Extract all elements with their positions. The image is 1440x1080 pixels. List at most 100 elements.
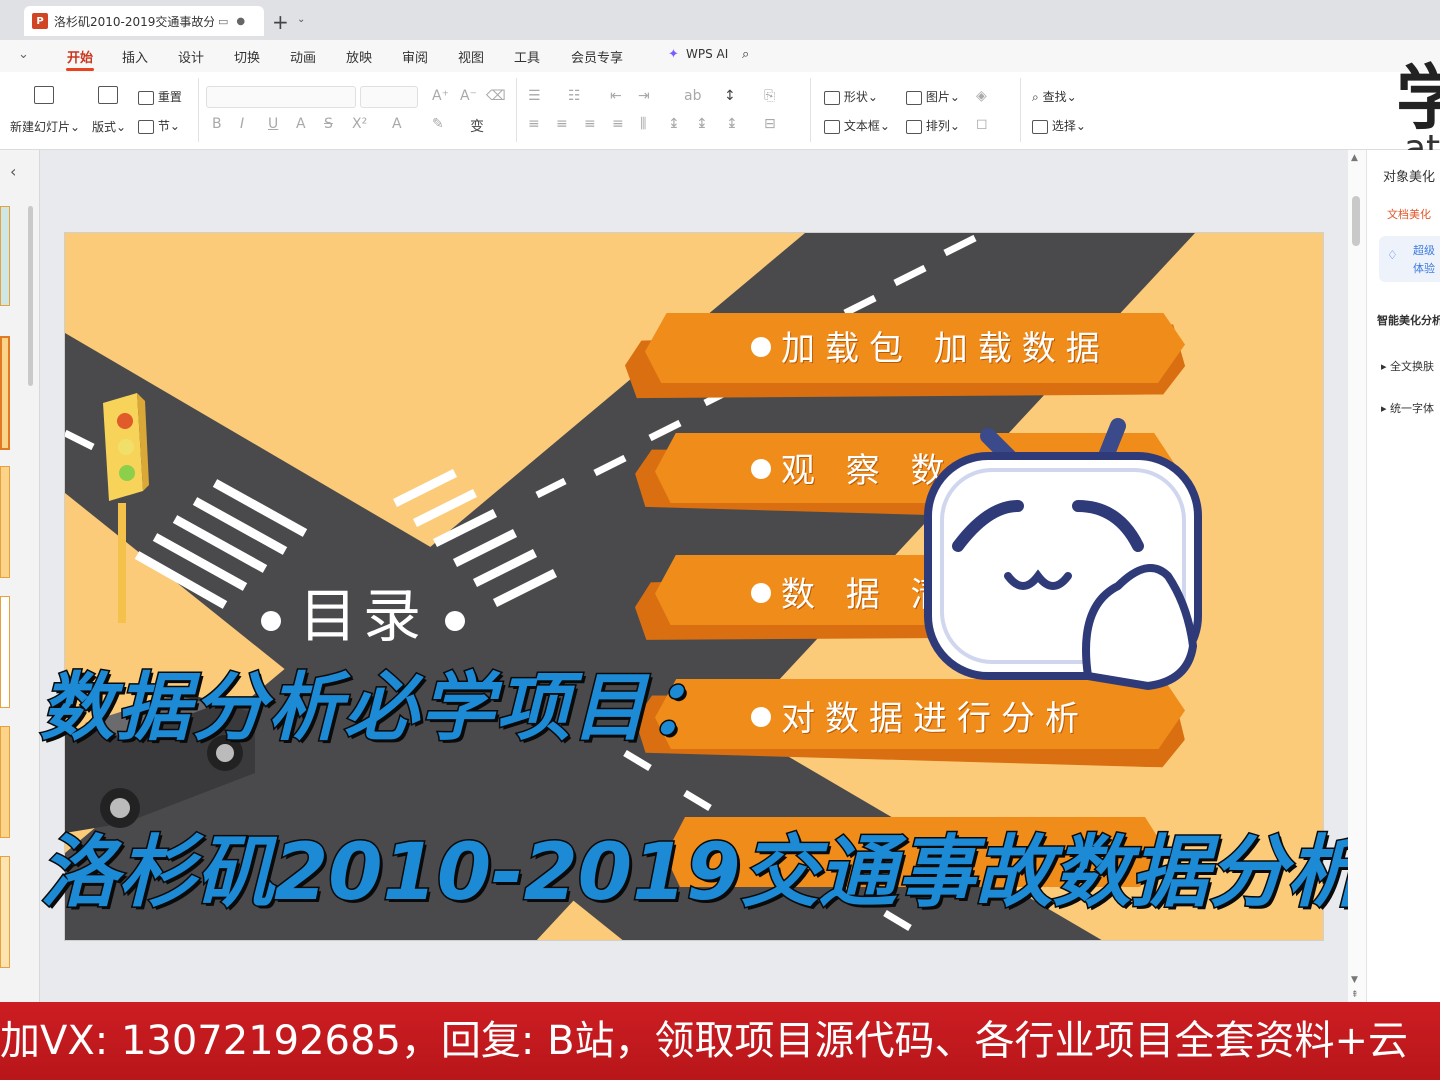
- section-icon: [138, 119, 154, 134]
- fill-icon[interactable]: ◈: [976, 88, 987, 104]
- reset-button[interactable]: 重置: [138, 88, 182, 105]
- scroll-up-icon[interactable]: ▲: [1351, 153, 1358, 163]
- bullet-icon: [751, 459, 771, 479]
- menu-tab-animation[interactable]: 动画: [290, 47, 316, 66]
- align-left-icon[interactable]: ≡: [528, 116, 540, 132]
- italic-icon[interactable]: I: [240, 116, 244, 132]
- shape-icon: [824, 90, 840, 105]
- line-spacing-icon[interactable]: ↨: [668, 116, 680, 132]
- new-slide-button[interactable]: 新建幻灯片⌄: [10, 118, 80, 135]
- agenda-item-1[interactable]: 加载包 加载数据: [751, 321, 1110, 370]
- reset-label: 重置: [157, 90, 182, 104]
- select-button[interactable]: 选择⌄: [1032, 117, 1086, 134]
- sort-icon[interactable]: ↕: [724, 88, 736, 104]
- search-icon[interactable]: ⌕: [742, 47, 749, 62]
- canvas-scrollbar[interactable]: [1352, 196, 1360, 246]
- option-unify-font[interactable]: ▸ 统一字体: [1381, 400, 1434, 416]
- superscript-icon[interactable]: X²: [352, 116, 367, 132]
- align-center-icon[interactable]: ≡: [556, 116, 568, 132]
- indent-decrease-icon[interactable]: ⇤: [610, 88, 622, 104]
- section-button[interactable]: 节⌄: [138, 117, 180, 134]
- chevron-down-icon[interactable]: ⌄: [297, 14, 305, 25]
- menu-tab-slideshow[interactable]: 放映: [346, 47, 372, 66]
- slide-thumbnail-selected[interactable]: [0, 336, 10, 450]
- layout-button[interactable]: 版式⌄: [92, 118, 126, 135]
- option-reskin[interactable]: ▸ 全文换肤: [1381, 358, 1434, 374]
- bulb-icon: ♢: [1387, 248, 1398, 262]
- slide-thumbnail[interactable]: [0, 856, 10, 968]
- arrange-button[interactable]: 排列⌄: [906, 117, 960, 134]
- menu-tab-review[interactable]: 审阅: [402, 47, 428, 66]
- menu-tab-transition[interactable]: 切换: [234, 47, 260, 66]
- menu-collapse-chevron-icon[interactable]: ⌄: [18, 47, 29, 62]
- find-button[interactable]: ⌕ 查找⌄: [1032, 88, 1077, 105]
- slide-thumbnail[interactable]: [0, 466, 10, 578]
- scroll-down-icon[interactable]: ▼: [1351, 975, 1358, 985]
- wps-ai-icon: ✦: [668, 47, 679, 62]
- tip-card[interactable]: ♢ 超级 体验: [1379, 236, 1440, 282]
- unsaved-dot-icon[interactable]: ●: [236, 16, 245, 27]
- font-grow-icon[interactable]: A⁺: [432, 88, 449, 104]
- picture-label: 图片: [925, 90, 950, 104]
- agenda-item-4-label: 对数据进行分析: [781, 699, 1089, 739]
- distribute-icon[interactable]: ⫼: [640, 116, 646, 132]
- menu-tab-tools[interactable]: 工具: [514, 47, 540, 66]
- spacing-dropdown-icon[interactable]: ↨: [726, 116, 738, 132]
- menu-tab-view[interactable]: 视图: [458, 47, 484, 66]
- textbox-label: 文本框: [843, 119, 880, 133]
- bullet-icon: [261, 610, 281, 631]
- reset-icon: [138, 90, 154, 105]
- highlight-icon[interactable]: ✎: [432, 116, 444, 132]
- bold-icon[interactable]: B: [212, 116, 222, 132]
- menu-tab-wps-ai[interactable]: WPS AI: [686, 47, 728, 61]
- section-label: 节: [157, 119, 170, 133]
- menu-tab-member[interactable]: 会员专享: [571, 47, 623, 66]
- phonetic-icon[interactable]: 变: [470, 116, 484, 136]
- text-box-align-icon[interactable]: ⊟: [764, 116, 776, 132]
- font-family-select[interactable]: [206, 86, 356, 108]
- menu-tab-home[interactable]: 开始: [67, 47, 93, 66]
- beautify-tab[interactable]: 文档美化: [1387, 206, 1431, 222]
- indent-increase-icon[interactable]: ⇥: [638, 88, 650, 104]
- ribbon-toolbar: 新建幻灯片⌄ 版式⌄ 重置 节⌄ A⁺ A⁻ ⌫ B I U A S X² A …: [0, 72, 1440, 150]
- shape-label: 形状: [843, 90, 868, 104]
- bullet-icon: [445, 610, 466, 631]
- textbox-button[interactable]: 文本框⌄: [824, 117, 890, 134]
- font-color-icon[interactable]: A: [392, 116, 402, 132]
- ribbon-divider: [516, 78, 517, 142]
- text-direction-icon[interactable]: ab: [684, 88, 701, 104]
- slide-thumbnail[interactable]: [0, 596, 10, 708]
- justify-icon[interactable]: ≡: [612, 116, 624, 132]
- active-tab-underline: [66, 68, 94, 71]
- scroll-page-icon[interactable]: ⇞: [1351, 990, 1359, 1000]
- font-size-select[interactable]: [360, 86, 418, 108]
- slide-thumbnail[interactable]: [0, 206, 10, 306]
- menu-tab-insert[interactable]: 插入: [122, 47, 148, 66]
- underline-icon[interactable]: U: [268, 116, 278, 132]
- font-shrink-icon[interactable]: A⁻: [460, 88, 477, 104]
- slide-heading[interactable]: 目录: [243, 569, 483, 653]
- numbered-list-icon[interactable]: ☷: [568, 88, 581, 104]
- title-tab-bar: P 洛杉矶2010-2019交通事故分析 ▭ ● + ⌄: [0, 0, 1440, 40]
- bullet-icon: [751, 583, 771, 603]
- bullet-list-icon[interactable]: ☰: [528, 88, 541, 104]
- strike-s-icon[interactable]: S: [324, 116, 333, 132]
- menu-tab-design[interactable]: 设计: [178, 47, 204, 66]
- shape-button[interactable]: 形状⌄: [824, 88, 878, 105]
- slide-thumbnail[interactable]: [0, 726, 10, 838]
- bullet-icon: [751, 337, 771, 357]
- picture-button[interactable]: 图片⌄: [906, 88, 960, 105]
- agenda-item-4[interactable]: 对数据进行分析: [751, 691, 1089, 740]
- thumbnail-scrollbar[interactable]: [28, 206, 33, 386]
- menu-bar: ⌄ 开始 插入 设计 切换 动画 放映 审阅 视图 工具 会员专享 ✦ WPS …: [0, 40, 1440, 72]
- convert-icon[interactable]: ⎘: [764, 88, 775, 104]
- strikethrough-icon[interactable]: A: [296, 116, 306, 132]
- new-slide-label: 新建幻灯片: [10, 120, 71, 134]
- para-spacing-icon[interactable]: ↨: [696, 116, 708, 132]
- outline-icon[interactable]: ◻: [976, 116, 988, 132]
- clear-format-icon[interactable]: ⌫: [486, 88, 506, 104]
- align-right-icon[interactable]: ≡: [584, 116, 596, 132]
- new-tab-button[interactable]: +: [272, 10, 289, 34]
- collapse-panel-icon[interactable]: ‹: [10, 162, 16, 181]
- document-tab[interactable]: P 洛杉矶2010-2019交通事故分析 ▭ ●: [24, 6, 264, 36]
